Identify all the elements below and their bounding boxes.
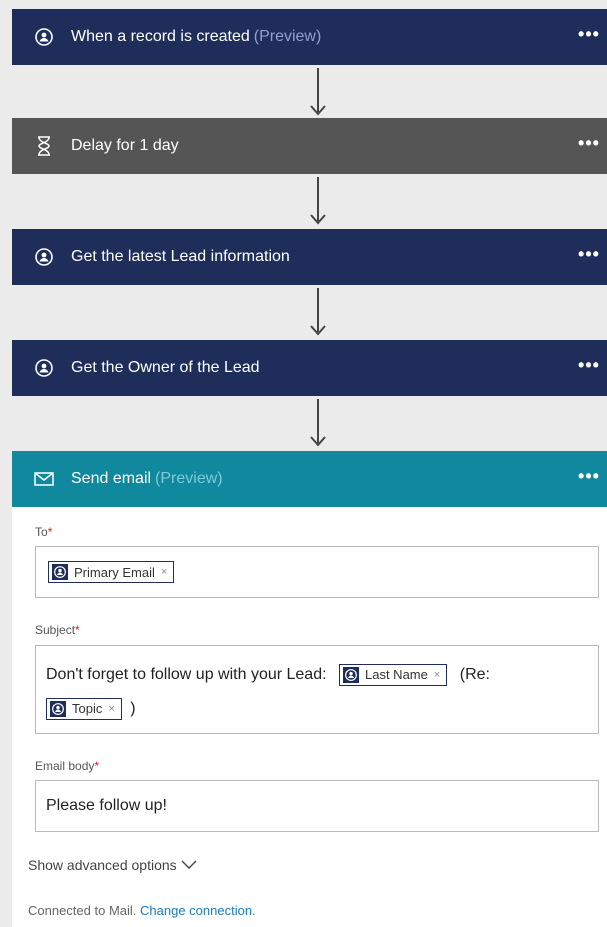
step-title: Send email (Preview) <box>71 470 223 487</box>
hourglass-icon <box>34 136 54 156</box>
email-body-field[interactable]: Please follow up! <box>35 780 599 832</box>
subject-text: (Re: <box>459 666 490 683</box>
connection-info: Connected to Mail. Change connection. <box>28 903 256 918</box>
subject-field[interactable]: Don't forget to follow up with your Lead… <box>35 645 599 734</box>
crm-person-icon <box>34 247 54 267</box>
step-get-latest-lead[interactable]: Get the latest Lead information ••• <box>12 229 607 285</box>
connected-text: Connected to Mail. <box>28 903 137 918</box>
step-send-email[interactable]: Send email (Preview) ••• <box>12 451 607 507</box>
step-title: Get the latest Lead information <box>71 248 290 265</box>
crm-person-icon <box>50 700 66 717</box>
email-body-text: Please follow up! <box>46 797 167 814</box>
ellipsis-icon[interactable]: ••• <box>571 24 607 51</box>
crm-person-icon <box>34 358 54 378</box>
topic-token[interactable]: Topic × <box>46 697 122 720</box>
step-get-owner[interactable]: Get the Owner of the Lead ••• <box>12 340 607 396</box>
subject-label: Subject* <box>35 623 80 637</box>
to-field[interactable]: Primary Email × <box>35 546 599 598</box>
send-email-panel: To* Primary Email × Subject* Don't forge… <box>12 507 607 927</box>
primary-email-token[interactable]: Primary Email × <box>48 561 175 583</box>
ellipsis-icon[interactable]: ••• <box>571 355 607 382</box>
chevron-down-icon <box>181 860 197 869</box>
remove-token-icon[interactable]: × <box>108 692 114 726</box>
token-label: Topic <box>72 700 103 716</box>
crm-person-icon <box>343 666 359 683</box>
subject-text: Don't forget to follow up with your Lead… <box>46 666 327 683</box>
ellipsis-icon[interactable]: ••• <box>571 133 607 160</box>
connector-arrow <box>310 68 326 116</box>
change-connection-link[interactable]: Change connection. <box>140 903 256 918</box>
connector-arrow <box>310 288 326 336</box>
step-title: When a record is created (Preview) <box>71 28 322 45</box>
connector-arrow <box>310 399 326 447</box>
step-title: Delay for 1 day <box>71 137 179 154</box>
remove-token-icon[interactable]: × <box>434 658 440 692</box>
remove-token-icon[interactable]: × <box>161 566 167 578</box>
subject-text: ) <box>130 700 136 717</box>
step-delay[interactable]: Delay for 1 day ••• <box>12 118 607 174</box>
email-body-label: Email body* <box>35 759 100 773</box>
to-label: To* <box>35 525 53 539</box>
connector-arrow <box>310 177 326 225</box>
show-advanced-options[interactable]: Show advanced options <box>28 857 197 873</box>
advanced-label: Show advanced options <box>28 857 177 873</box>
ellipsis-icon[interactable]: ••• <box>571 244 607 271</box>
ellipsis-icon[interactable]: ••• <box>571 466 607 493</box>
token-label: Last Name <box>365 666 428 682</box>
envelope-icon <box>34 469 54 489</box>
crm-person-icon <box>52 564 68 580</box>
last-name-token[interactable]: Last Name × <box>339 663 448 686</box>
crm-person-icon <box>34 27 54 47</box>
step-title: Get the Owner of the Lead <box>71 359 260 376</box>
step-when-record-created[interactable]: When a record is created (Preview) ••• <box>12 9 607 65</box>
token-label: Primary Email <box>74 564 155 580</box>
